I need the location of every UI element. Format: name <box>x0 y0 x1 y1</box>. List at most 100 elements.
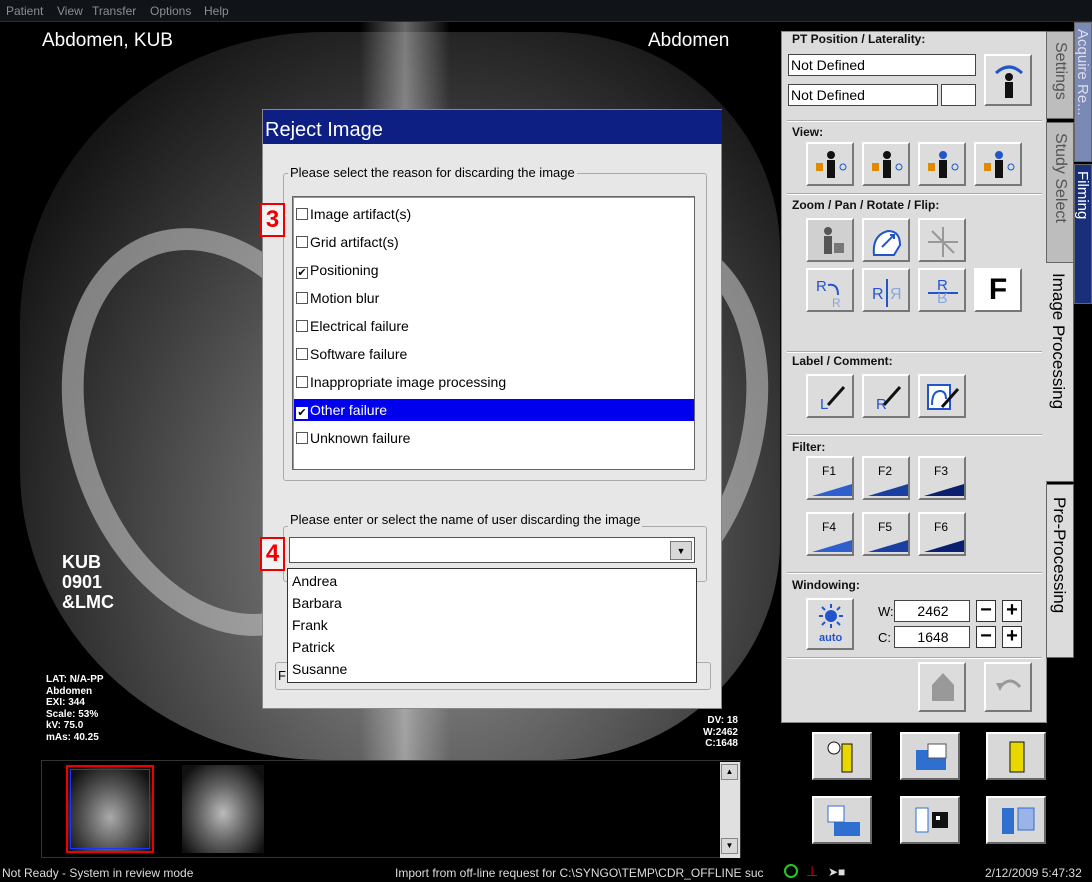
reason-item[interactable]: Software failure <box>294 343 694 365</box>
filter-f4-button[interactable]: F4 <box>806 512 854 556</box>
user-option[interactable]: Barbara <box>292 592 342 614</box>
import-button[interactable] <box>812 796 872 844</box>
reason-item[interactable]: Grid artifact(s) <box>294 231 694 253</box>
pan-button[interactable] <box>862 218 910 262</box>
view-lat2-button[interactable] <box>974 142 1022 186</box>
flip-horizontal-button[interactable]: RЯ <box>862 268 910 312</box>
flip-letter-button[interactable]: F <box>974 268 1022 312</box>
view-pa-button[interactable] <box>862 142 910 186</box>
thumbnail[interactable] <box>182 765 264 853</box>
laterality-side-field[interactable] <box>941 84 976 106</box>
reason-label: Other failure <box>310 402 388 418</box>
reason-label: Inappropriate image processing <box>310 374 507 390</box>
flip-vertical-button[interactable]: RR <box>918 268 966 312</box>
window-center-increase-button[interactable]: + <box>1002 626 1022 648</box>
checkbox-icon[interactable] <box>296 432 308 444</box>
reason-item[interactable]: ✔ Other failure <box>294 399 694 421</box>
checkbox-icon[interactable] <box>296 236 308 248</box>
window-width-decrease-button[interactable]: − <box>976 600 996 622</box>
step-marker-3: 3 <box>260 203 285 237</box>
folder-button[interactable] <box>900 732 960 780</box>
reason-item[interactable]: Electrical failure <box>294 315 694 337</box>
user-combobox[interactable]: ▼ <box>289 537 695 563</box>
tab-acquire[interactable]: Acquire Re... <box>1074 22 1092 162</box>
checkbox-icon[interactable] <box>296 292 308 304</box>
label-title: Label / Comment: <box>792 354 893 368</box>
transfer-button[interactable] <box>900 796 960 844</box>
position-field[interactable]: Not Defined <box>788 54 976 76</box>
checkbox-icon[interactable] <box>296 208 308 220</box>
house-arrow-icon <box>932 673 954 701</box>
image-info-left: LAT: N/A-PP Abdomen EXI: 344 Scale: 53% kV:… <box>46 674 104 743</box>
window-center-decrease-button[interactable]: − <box>976 626 996 648</box>
filter-ramp-icon <box>868 540 908 552</box>
thumbnail-scrollbar[interactable]: ▲ ▼ <box>720 762 740 858</box>
view-ap-button[interactable] <box>806 142 854 186</box>
auto-window-button[interactable]: auto <box>806 598 854 650</box>
checkbox-checked-icon[interactable]: ✔ <box>296 407 308 419</box>
flip-horizontal-icon: RЯ <box>872 279 902 307</box>
filter-ramp-icon <box>868 484 908 496</box>
scroll-up-icon[interactable]: ▲ <box>721 764 738 780</box>
menu-patient[interactable]: Patient <box>6 4 43 18</box>
user-option[interactable]: Frank <box>292 614 328 636</box>
filter-f3-button[interactable]: F3 <box>918 456 966 500</box>
zoom-title: Zoom / Pan / Rotate / Flip: <box>792 198 940 212</box>
view-pa-icon <box>872 151 903 178</box>
view-lat-button[interactable] <box>918 142 966 186</box>
filter-f1-button[interactable]: F1 <box>806 456 854 500</box>
transfer-status-icon: ➤■ <box>828 865 846 879</box>
tab-pre-processing[interactable]: Pre-Processing <box>1046 484 1074 658</box>
checkbox-icon[interactable] <box>296 348 308 360</box>
window-width-field[interactable]: 2462 <box>894 600 970 622</box>
comment-button[interactable] <box>918 374 966 418</box>
checkbox-checked-icon[interactable]: ✔ <box>296 267 308 279</box>
menu-view[interactable]: View <box>57 4 83 18</box>
reason-item[interactable]: Motion blur <box>294 287 694 309</box>
user-option[interactable]: Susanne <box>292 658 347 680</box>
filter-f5-button[interactable]: F5 <box>862 512 910 556</box>
scroll-down-icon[interactable]: ▼ <box>721 838 738 854</box>
tab-filming[interactable]: Filming <box>1074 164 1092 304</box>
label-l-button[interactable]: L <box>806 374 854 418</box>
filter-f6-button[interactable]: F6 <box>918 512 966 556</box>
tab-image-processing[interactable]: Image Processing <box>1046 262 1074 482</box>
menu-bar: Patient View Transfer Options Help <box>0 0 1092 22</box>
checkbox-icon[interactable] <box>296 376 308 388</box>
window-center-field[interactable]: 1648 <box>894 626 970 648</box>
filter-ramp-icon <box>812 484 852 496</box>
filter-f2-button[interactable]: F2 <box>862 456 910 500</box>
menu-transfer[interactable]: Transfer <box>92 4 136 18</box>
person-zoom-icon <box>824 227 844 254</box>
laterality-field[interactable]: Not Defined <box>788 84 938 106</box>
svg-text:R: R <box>872 286 884 303</box>
rotate-button[interactable] <box>918 218 966 262</box>
rotate-cw-button[interactable]: RR <box>806 268 854 312</box>
checkbox-icon[interactable] <box>296 320 308 332</box>
reason-label: Image artifact(s) <box>310 206 412 222</box>
thumbnail-selected[interactable] <box>66 765 154 853</box>
reason-item[interactable]: Unknown failure <box>294 427 694 449</box>
dropdown-arrow-icon[interactable]: ▼ <box>670 541 692 560</box>
reason-item[interactable]: Image artifact(s) <box>294 203 694 225</box>
label-r-button[interactable]: R <box>862 374 910 418</box>
send-button[interactable] <box>986 796 1046 844</box>
undo-button[interactable] <box>984 662 1032 712</box>
series-button[interactable] <box>986 732 1046 780</box>
patient-position-button[interactable] <box>984 54 1032 106</box>
user-option[interactable]: Andrea <box>292 570 337 592</box>
export-button[interactable] <box>918 662 966 712</box>
reason-item[interactable]: ✔ Positioning <box>294 259 694 281</box>
window-width-increase-button[interactable]: + <box>1002 600 1022 622</box>
head-arrow-icon <box>872 229 902 256</box>
zoom-button[interactable] <box>806 218 854 262</box>
tab-settings[interactable]: Settings <box>1046 31 1074 119</box>
folder-icon <box>916 743 947 770</box>
menu-help[interactable]: Help <box>204 4 229 18</box>
worklist-button[interactable] <box>812 732 872 780</box>
menu-options[interactable]: Options <box>150 4 191 18</box>
tab-study-select[interactable]: Study Select <box>1046 122 1074 282</box>
reason-item[interactable]: Inappropriate image processing <box>294 371 694 393</box>
user-option[interactable]: Patrick <box>292 636 335 658</box>
w-label: W: <box>878 604 894 619</box>
